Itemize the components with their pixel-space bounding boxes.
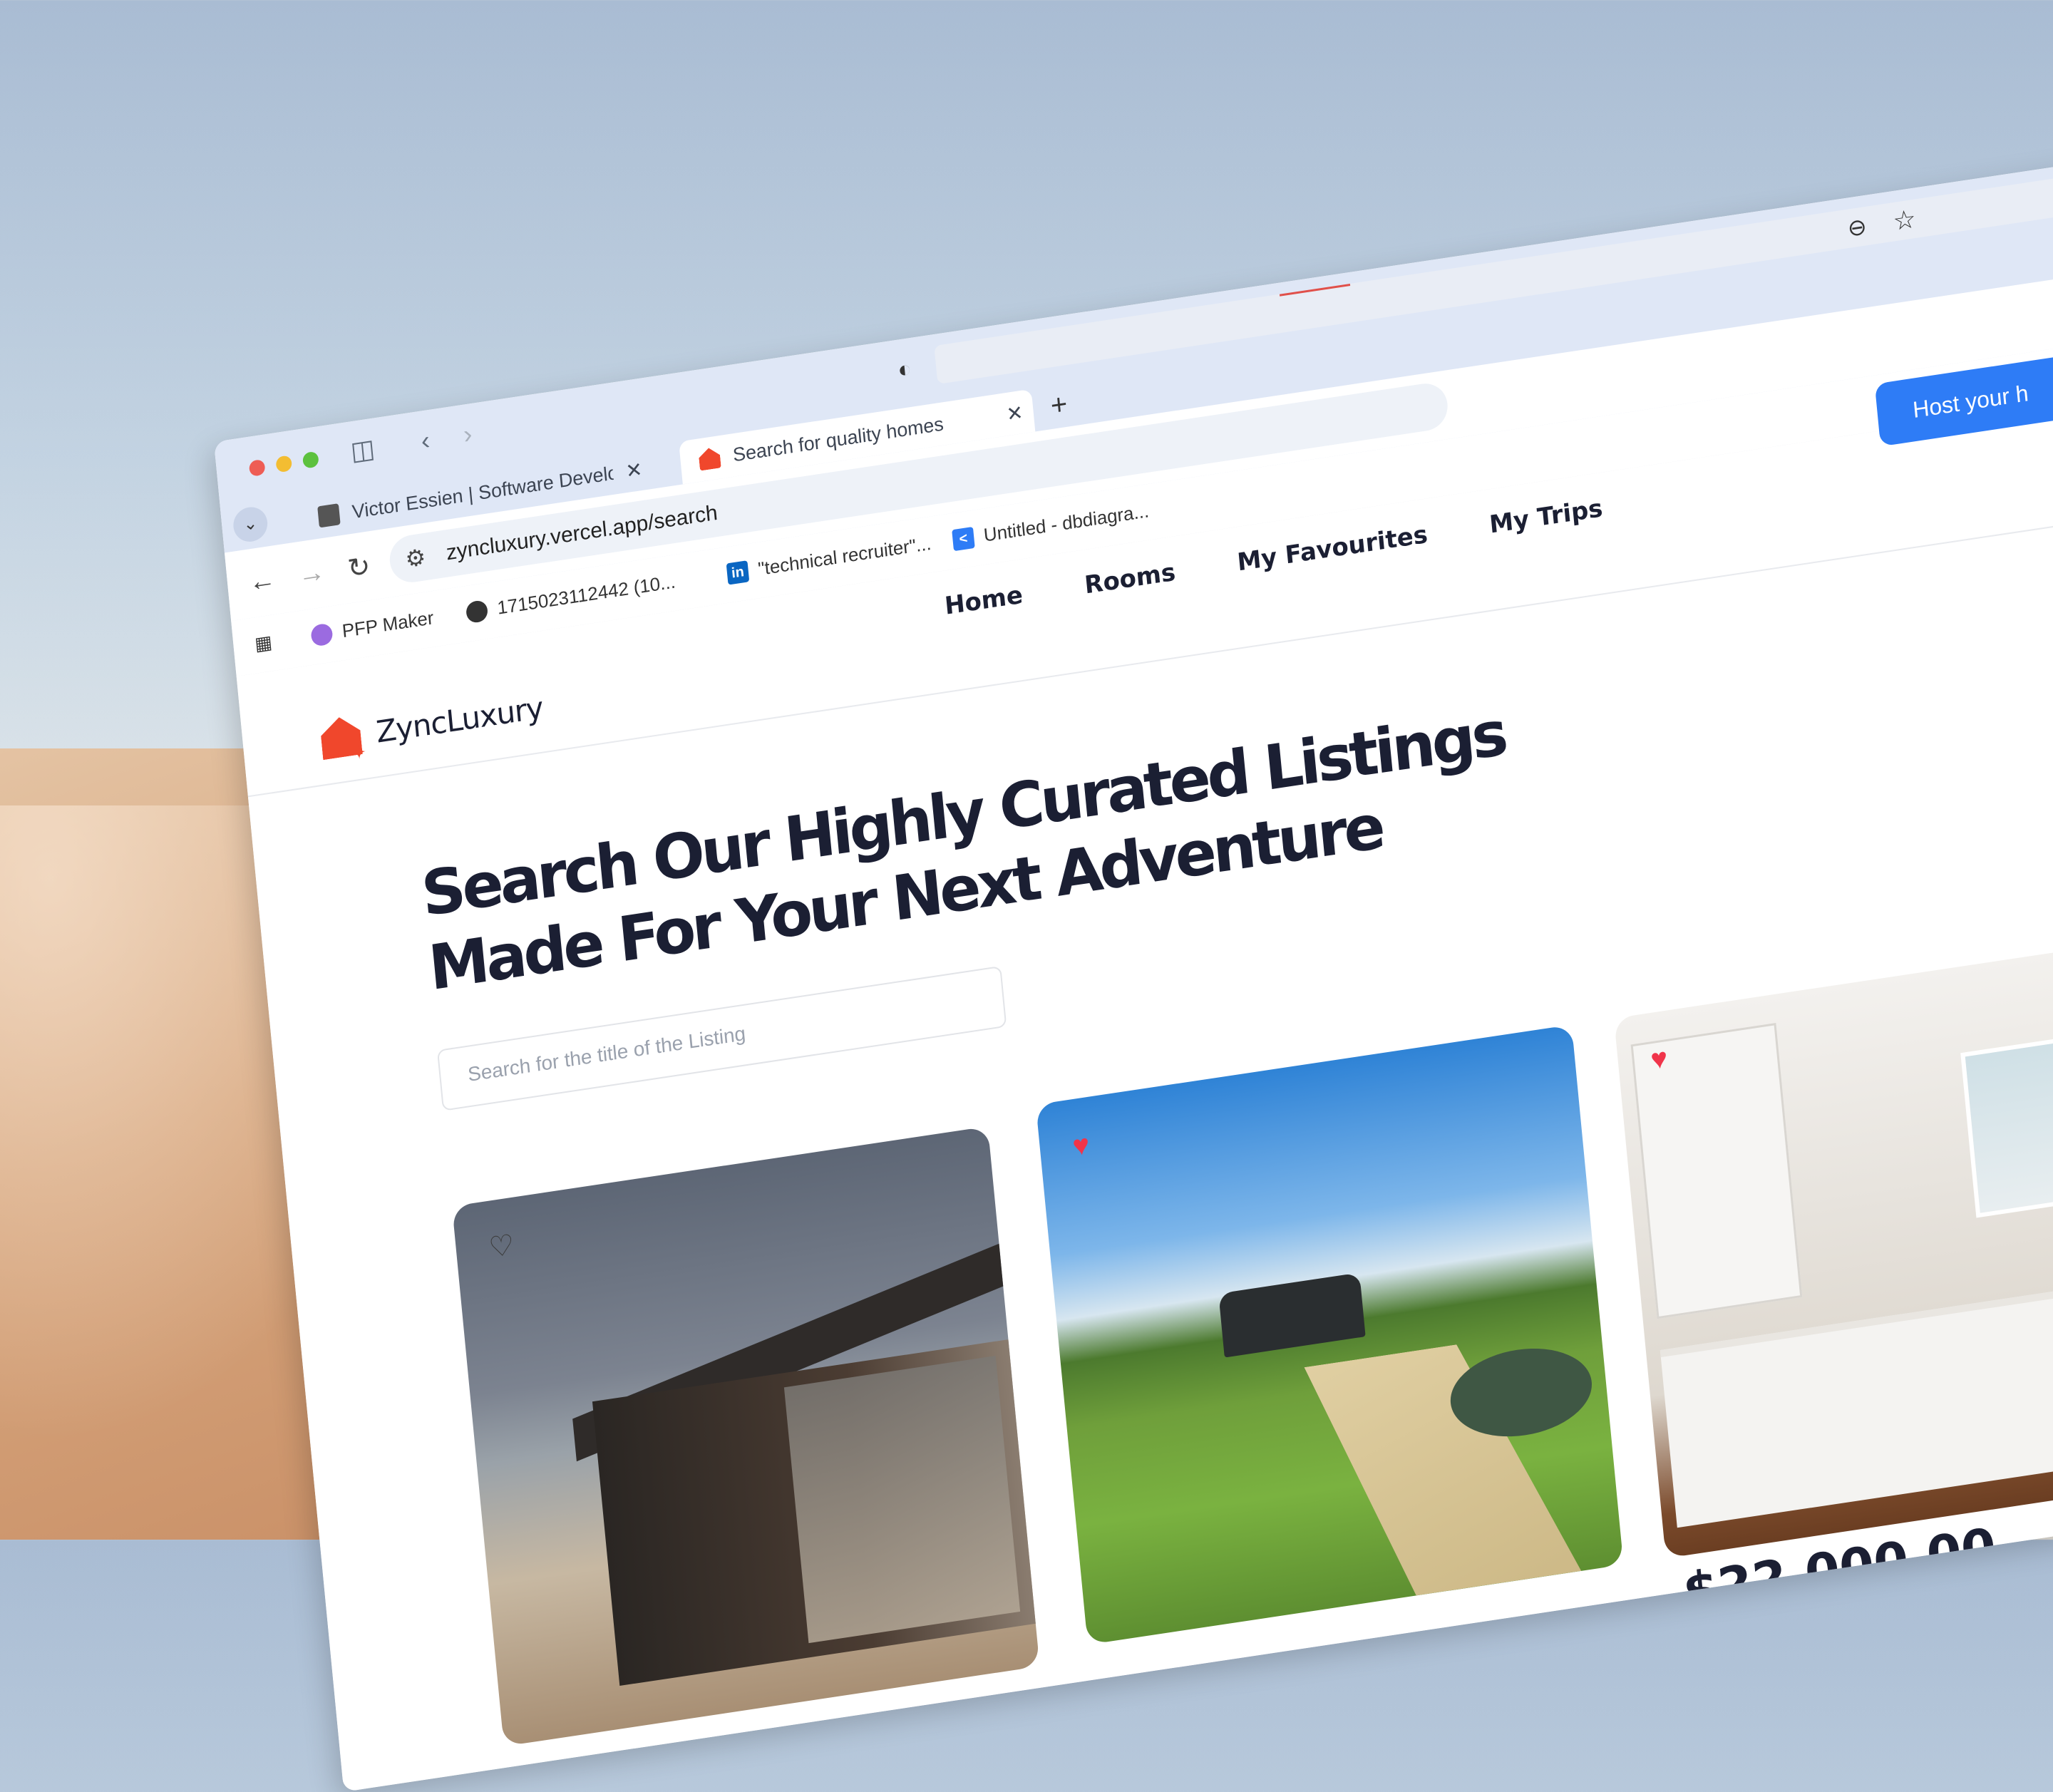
listing-photo-hut	[1218, 1272, 1366, 1358]
maximize-window-button[interactable]	[302, 450, 319, 469]
nav-my-favourites[interactable]: My Favourites	[1236, 520, 1429, 577]
close-window-button[interactable]	[248, 458, 266, 478]
apps-grid-icon[interactable]: ▦	[254, 631, 273, 656]
profile-favicon-icon	[317, 503, 341, 528]
globe-icon	[465, 599, 489, 624]
listing-card[interactable]: ♡	[452, 1126, 1040, 1746]
new-tab-icon[interactable]: +	[1049, 388, 1069, 423]
share-icon: <	[952, 526, 975, 551]
loading-indicator	[1279, 283, 1351, 297]
sparkle-icon: ✦	[350, 741, 368, 765]
bookmark-label: "technical recruiter"...	[757, 532, 932, 580]
browser-window: ◫ ‹ › ◐ ⊖ ☆ ⌄ Victor Essien | Software D…	[214, 136, 2053, 1792]
favourite-heart-icon[interactable]: ♥	[1650, 1042, 1669, 1076]
bookmark-pfp-maker[interactable]: PFP Maker	[310, 607, 435, 647]
close-tab-icon[interactable]: ✕	[1005, 400, 1024, 426]
listing-photo-glass	[783, 1355, 1021, 1644]
linkedin-icon: in	[726, 560, 750, 585]
listing-card[interactable]: ♥	[1613, 938, 2053, 1559]
forward-button-icon[interactable]: →	[297, 557, 326, 591]
brand-name: ZyncLuxury	[374, 689, 545, 750]
close-tab-icon[interactable]: ✕	[624, 457, 643, 483]
back-arrow-icon[interactable]: ‹	[420, 425, 431, 455]
favourite-heart-icon[interactable]: ♥	[1071, 1128, 1091, 1162]
window-controls	[248, 450, 319, 478]
bookmark-label: 1715023112442 (10...	[496, 570, 676, 619]
shield-icon[interactable]: ◐	[897, 355, 913, 383]
nav-home[interactable]: Home	[944, 581, 1024, 621]
listing-card[interactable]: ♥	[1035, 1024, 1624, 1645]
zoom-out-icon[interactable]: ⊖	[1846, 212, 1868, 242]
bookmark-star-icon[interactable]: ☆	[1892, 204, 1918, 237]
forward-arrow-icon[interactable]: ›	[462, 418, 473, 449]
nav-rooms[interactable]: Rooms	[1084, 558, 1177, 600]
profile-icon	[310, 622, 334, 647]
tab-search-button[interactable]: ⌄	[232, 505, 269, 545]
back-button-icon[interactable]: ←	[247, 564, 277, 598]
zyncluxury-favicon-icon	[698, 446, 721, 470]
sidebar-toggle-icon[interactable]: ◫	[349, 433, 376, 466]
reload-icon[interactable]: ↻	[346, 550, 372, 586]
site-settings-icon[interactable]: ⚙	[404, 543, 427, 573]
bookmark-label: Untitled - dbdiagra...	[982, 500, 1151, 546]
listing-photo-counter	[1660, 1272, 2053, 1528]
bookmark-label: PFP Maker	[341, 607, 435, 642]
nav-my-trips[interactable]: My Trips	[1488, 494, 1604, 540]
minimize-window-button[interactable]	[275, 455, 293, 473]
listing-photo-window	[1960, 1024, 2053, 1218]
favourite-heart-icon[interactable]: ♡	[488, 1229, 516, 1264]
listing-search-input[interactable]	[465, 982, 1007, 1088]
site-logo[interactable]: ✦ ZyncLuxury	[319, 687, 545, 764]
